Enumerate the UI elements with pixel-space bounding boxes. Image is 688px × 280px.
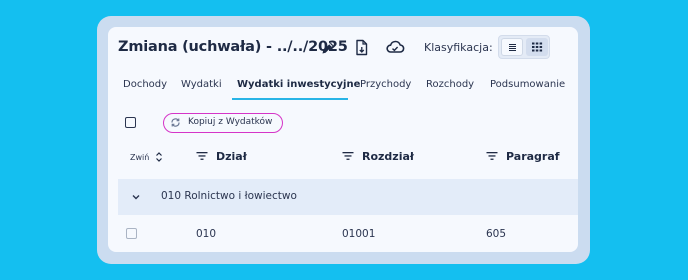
- edit-pencil-icon[interactable]: [320, 40, 336, 56]
- copy-from-expenses-button[interactable]: Kopiuj z Wydatków: [163, 113, 283, 133]
- chevron-down-icon[interactable]: [131, 192, 141, 202]
- collapse-label: Zwiń: [130, 153, 150, 162]
- page-title: Zmiana (uchwała) - ../../2025: [118, 39, 348, 55]
- collapse-chevrons-icon: [156, 152, 162, 162]
- column-header-rozdzial[interactable]: Rozdział: [362, 150, 414, 163]
- cell-rozdzial: 01001: [342, 228, 376, 240]
- column-header-dzial[interactable]: Dział: [216, 150, 247, 163]
- tab-przychody[interactable]: Przychody: [360, 79, 411, 90]
- column-header-paragraf[interactable]: Paragraf: [506, 150, 560, 163]
- filter-icon[interactable]: [196, 151, 208, 161]
- cloud-sync-icon[interactable]: [385, 39, 405, 55]
- group-label: 010 Rolnictwo i łowiectwo: [161, 190, 297, 202]
- tab-bar: Dochody Wydatki Wydatki inwestycyjne Prz…: [108, 73, 578, 101]
- group-row[interactable]: 010 Rolnictwo i łowiectwo: [118, 179, 578, 215]
- list-view-button[interactable]: [501, 38, 523, 56]
- copy-button-label: Kopiuj z Wydatków: [188, 117, 273, 127]
- grid-view-button[interactable]: [526, 38, 548, 56]
- sync-icon: [171, 118, 180, 127]
- filter-icon[interactable]: [342, 151, 354, 161]
- budget-change-panel: Zmiana (uchwała) - ../../2025 Klasyfikac…: [108, 27, 578, 252]
- row-checkbox[interactable]: [126, 228, 137, 239]
- filter-icon[interactable]: [486, 151, 498, 161]
- list-view-icon: [509, 44, 516, 51]
- classification-label: Klasyfikacja:: [424, 41, 493, 54]
- active-tab-indicator: [232, 98, 348, 100]
- tab-dochody[interactable]: Dochody: [123, 79, 167, 90]
- grid-view-icon: [532, 42, 543, 52]
- cell-paragraf: 605: [486, 228, 507, 240]
- cell-dzial: 010: [196, 228, 217, 240]
- view-toggle: [498, 35, 550, 59]
- tab-wydatki-inwestycyjne[interactable]: Wydatki inwestycyjne: [237, 79, 360, 90]
- tab-rozchody[interactable]: Rozchody: [426, 79, 474, 90]
- tab-podsumowanie[interactable]: Podsumowanie: [490, 79, 565, 90]
- select-all-checkbox[interactable]: [125, 117, 136, 128]
- export-file-icon[interactable]: [354, 39, 370, 57]
- tab-wydatki[interactable]: Wydatki: [181, 79, 222, 90]
- collapse-all-toggle[interactable]: Zwiń: [130, 152, 162, 162]
